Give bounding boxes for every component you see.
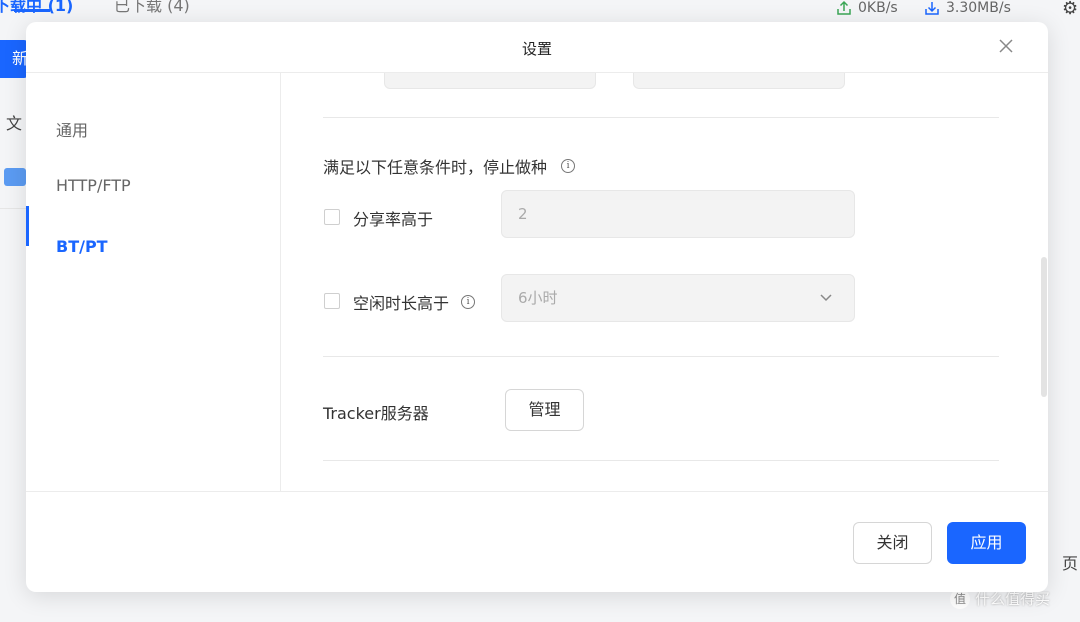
manage-tracker-button[interactable]: 管理 xyxy=(505,389,584,431)
settings-sidebar: 通用 HTTP/FTP BT/PT xyxy=(26,73,281,491)
close-icon[interactable] xyxy=(996,36,1016,56)
dialog-footer: 关闭 应用 xyxy=(26,491,1048,592)
section-divider xyxy=(323,117,999,118)
previous-field-left[interactable] xyxy=(384,73,596,89)
idle-time-value: 6小时 xyxy=(518,289,558,307)
share-ratio-input[interactable]: 2 xyxy=(501,190,855,238)
download-speed-value: 3.30MB/s xyxy=(946,0,1011,16)
tab-downloaded[interactable]: 已下载 (4) xyxy=(114,0,190,16)
sidebar-item-general[interactable]: 通用 xyxy=(56,117,88,141)
idle-time-label-text: 空闲时长高于 xyxy=(353,294,450,313)
apply-button[interactable]: 应用 xyxy=(947,522,1026,564)
dialog-title: 设置 xyxy=(521,40,552,58)
sidebar-active-indicator xyxy=(26,206,29,246)
previous-field-right[interactable] xyxy=(633,73,845,89)
info-icon[interactable]: i xyxy=(561,159,576,173)
idle-time-select[interactable]: 6小时 xyxy=(501,274,855,322)
seeding-section-title: 满足以下任意条件时，停止做种 i xyxy=(323,154,576,178)
settings-content: 满足以下任意条件时，停止做种 i 分享率高于 2 空闲时长高于 i 6小时 Tr… xyxy=(281,73,1048,491)
upload-speed-value: 0KB/s xyxy=(858,0,898,16)
download-speed: 3.30MB/s xyxy=(924,0,1011,16)
share-ratio-label-text: 分享率高于 xyxy=(353,210,434,229)
upload-icon xyxy=(837,0,851,15)
share-ratio-label: 分享率高于 xyxy=(353,206,433,230)
info-icon[interactable]: i xyxy=(461,295,476,309)
dialog-header: 设置 xyxy=(26,22,1048,73)
content-scrollbar[interactable] xyxy=(1041,257,1047,397)
idle-time-label: 空闲时长高于 i xyxy=(353,290,476,314)
folder-icon xyxy=(4,168,26,186)
idle-time-checkbox[interactable] xyxy=(324,293,340,309)
download-icon xyxy=(925,2,939,15)
gear-icon[interactable]: ⚙ xyxy=(1062,0,1078,19)
section-divider xyxy=(323,356,999,357)
tracker-label: Tracker服务器 xyxy=(323,404,429,423)
file-column-label: 文 xyxy=(6,114,23,133)
page-label: 页 xyxy=(1062,554,1079,573)
sidebar-item-http-ftp[interactable]: HTTP/FTP xyxy=(56,176,131,195)
tab-downloading[interactable]: 下载中 (1) xyxy=(0,0,73,16)
sidebar-item-bt-pt[interactable]: BT/PT xyxy=(56,237,108,256)
settings-dialog: 设置 通用 HTTP/FTP BT/PT 满足以下任意条件时，停止做种 i 分享… xyxy=(26,22,1048,592)
section-divider xyxy=(323,460,999,461)
upload-speed: 0KB/s xyxy=(836,0,898,16)
new-task-button[interactable]: 新 xyxy=(0,40,28,78)
chevron-down-icon xyxy=(820,294,832,302)
seeding-title-text: 满足以下任意条件时，停止做种 xyxy=(323,158,548,177)
close-button[interactable]: 关闭 xyxy=(853,522,932,564)
share-ratio-checkbox[interactable] xyxy=(324,209,340,225)
tab-active-underline xyxy=(14,9,50,12)
